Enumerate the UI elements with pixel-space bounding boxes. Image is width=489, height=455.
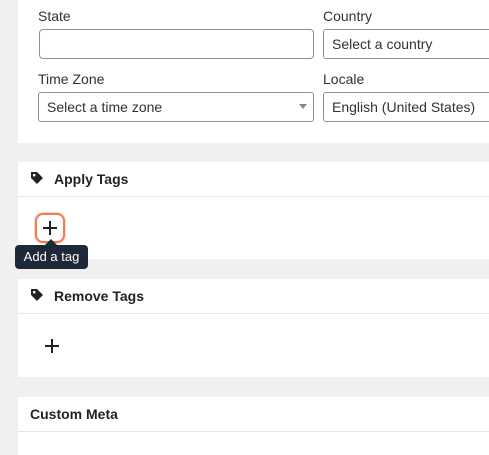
- timezone-select-value: Select a time zone: [47, 99, 163, 115]
- country-select[interactable]: Select a country: [323, 29, 489, 59]
- custom-meta-header: Custom Meta: [18, 397, 489, 432]
- remove-tag-add-button[interactable]: [37, 331, 67, 361]
- timezone-select[interactable]: Select a time zone: [38, 92, 314, 122]
- tag-icon: [31, 172, 43, 184]
- remove-tags-title: Remove Tags: [54, 288, 144, 304]
- custom-meta-panel: Custom Meta: [18, 397, 489, 455]
- state-label: State: [38, 8, 71, 24]
- tag-icon: [31, 289, 43, 301]
- apply-tags-title: Apply Tags: [54, 171, 129, 187]
- locale-select-value: English (United States): [332, 99, 476, 115]
- add-tag-tooltip: Add a tag: [15, 245, 88, 269]
- plus-icon: [45, 339, 59, 353]
- plus-icon: [43, 221, 57, 235]
- locale-label: Locale: [323, 71, 365, 87]
- remove-tags-panel: Remove Tags: [18, 279, 489, 377]
- chevron-down-icon: [299, 104, 307, 109]
- country-label: Country: [323, 8, 373, 24]
- apply-tags-panel: Apply Tags: [18, 162, 489, 259]
- address-panel: State Country Select a country Time Zone…: [18, 0, 489, 143]
- country-select-value: Select a country: [332, 36, 433, 52]
- state-input[interactable]: [39, 29, 314, 59]
- locale-select[interactable]: English (United States): [323, 92, 489, 122]
- apply-tags-header: Apply Tags: [18, 162, 489, 197]
- remove-tags-header: Remove Tags: [18, 279, 489, 314]
- custom-meta-title: Custom Meta: [30, 406, 118, 422]
- timezone-label: Time Zone: [38, 71, 105, 87]
